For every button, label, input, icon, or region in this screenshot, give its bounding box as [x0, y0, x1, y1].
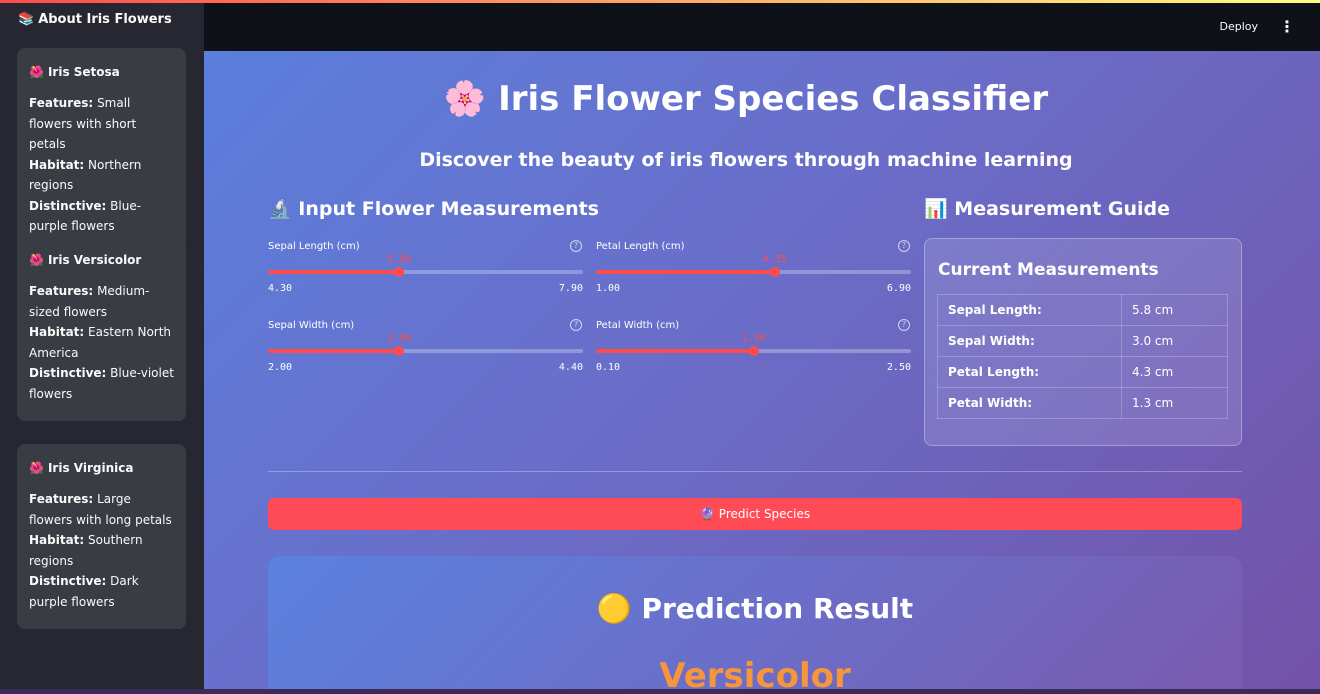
slider-label: Sepal Width (cm)	[268, 320, 355, 331]
help-icon[interactable]: ?	[570, 240, 582, 252]
divider	[268, 471, 1242, 472]
card-distinctive: Distinctive: Blue-purple flowers	[29, 198, 142, 234]
slider-min: 1.00	[596, 283, 621, 294]
slider-min: 0.10	[596, 362, 621, 373]
slider-track[interactable]: 5.80	[268, 254, 583, 277]
sepal-length-slider[interactable]: Sepal Length (cm) ? 5.80 4.30 7.90	[268, 240, 583, 303]
slider-thumb[interactable]	[769, 267, 780, 277]
slider-min: 4.30	[268, 283, 293, 294]
slider-max: 7.90	[558, 283, 583, 294]
slider-track[interactable]: 4.35	[596, 254, 911, 277]
slider-value: 3.00	[387, 333, 412, 344]
slider-fill	[596, 349, 754, 353]
measurement-guide-box: Current Measurements Sepal Length: 5.8 cm…	[924, 238, 1242, 446]
sidebar-title: 📚 About Iris Flowers	[18, 12, 172, 27]
slider-label: Sepal Length (cm)	[268, 241, 360, 252]
slider-thumb[interactable]	[748, 346, 759, 356]
slider-thumb[interactable]	[394, 267, 405, 277]
card-features: Features: Large flowers with long petals	[29, 492, 172, 527]
slider-min: 2.00	[268, 362, 293, 373]
table-row: Sepal Width: 3.0 cm	[937, 325, 1228, 357]
main-content: 🌸 Iris Flower Species Classifier Discove…	[204, 51, 1320, 694]
table-row: Petal Length: 4.3 cm	[937, 356, 1228, 388]
info-card-virginica: 🌺 Iris Virginica Features: Large flowers …	[17, 444, 186, 629]
deploy-button[interactable]: Deploy	[1219, 20, 1258, 33]
prediction-result-card: 🟡 Prediction Result Versicolor	[268, 556, 1242, 694]
card-habitat: Habitat: Eastern North America	[29, 325, 172, 360]
sidebar: 📚 About Iris Flowers 🌺 Iris Setosa Feature…	[0, 3, 204, 694]
help-icon[interactable]: ?	[570, 319, 582, 331]
result-title: 🟡 Prediction Result	[596, 592, 914, 625]
inputs-heading: 🔬 Input Flower Measurements	[268, 198, 599, 220]
yellow-circle-icon: 🟡	[596, 592, 632, 625]
hibiscus-icon: 🌺	[29, 253, 44, 267]
card-distinctive: Distinctive: Blue-violet flowers	[29, 366, 174, 401]
app-header: Deploy ⋮	[204, 3, 1320, 51]
slider-max: 2.50	[886, 362, 911, 373]
hibiscus-icon: 🌺	[29, 461, 44, 475]
card-features: Features: Small flowers with short petal…	[29, 96, 137, 151]
card-title: 🌺 Iris Versicolor	[29, 253, 142, 267]
slider-label: Petal Width (cm)	[596, 320, 680, 331]
microscope-icon: 🔬	[268, 198, 292, 220]
slider-track[interactable]: 3.00	[268, 333, 583, 356]
kebab-menu-icon[interactable]: ⋮	[1279, 17, 1295, 36]
guide-heading: 📊 Measurement Guide	[924, 198, 1171, 220]
info-card-setosa: 🌺 Iris Setosa Features: Small flowers wit…	[17, 48, 186, 254]
table-row: Sepal Length: 5.8 cm	[937, 294, 1228, 326]
guide-title: Current Measurements	[938, 260, 1159, 280]
page-title: 🌸 Iris Flower Species Classifier	[443, 79, 1049, 119]
card-title: 🌺 Iris Setosa	[29, 65, 120, 79]
bar-chart-icon: 📊	[924, 198, 948, 220]
slider-value: 4.35	[762, 254, 787, 265]
slider-value: 1.30	[741, 333, 766, 344]
card-features: Features: Medium-sized flowers	[29, 284, 150, 319]
card-habitat: Habitat: Southern regions	[29, 533, 143, 568]
slider-fill	[268, 349, 400, 353]
petal-length-slider[interactable]: Petal Length (cm) ? 4.35 1.00 6.90	[596, 240, 911, 303]
table-row: Petal Width: 1.3 cm	[937, 387, 1228, 419]
slider-fill	[596, 270, 775, 274]
bottom-edge	[0, 689, 1320, 694]
top-accent-bar	[0, 0, 1320, 3]
slider-max: 6.90	[886, 283, 911, 294]
hibiscus-icon: 🌺	[29, 65, 44, 79]
slider-max: 4.40	[558, 362, 583, 373]
cherry-blossom-icon: 🌸	[443, 79, 487, 119]
measurements-table: Sepal Length: 5.8 cm Sepal Width: 3.0 cm P…	[937, 294, 1228, 419]
page-subtitle: Discover the beauty of iris flowers thro…	[419, 149, 1073, 171]
slider-thumb[interactable]	[394, 346, 405, 356]
predict-species-button[interactable]: 🔮 Predict Species	[268, 498, 1242, 530]
card-title: 🌺 Iris Virginica	[29, 461, 134, 475]
slider-track[interactable]: 1.30	[596, 333, 911, 356]
card-habitat: Habitat: Northern regions	[29, 157, 142, 193]
sepal-width-slider[interactable]: Sepal Width (cm) ? 3.00 2.00 4.40	[268, 319, 583, 382]
books-icon: 📚	[18, 12, 35, 27]
slider-fill	[268, 270, 400, 274]
info-card-versicolor: 🌺 Iris Versicolor Features: Medium-sized …	[17, 236, 186, 421]
slider-label: Petal Length (cm)	[596, 241, 685, 252]
card-distinctive: Distinctive: Dark purple flowers	[29, 574, 139, 609]
slider-value: 5.80	[387, 254, 412, 265]
crystal-ball-icon: 🔮	[699, 507, 715, 521]
petal-width-slider[interactable]: Petal Width (cm) ? 1.30 0.10 2.50	[596, 319, 911, 382]
help-icon[interactable]: ?	[898, 240, 910, 252]
help-icon[interactable]: ?	[898, 319, 910, 331]
